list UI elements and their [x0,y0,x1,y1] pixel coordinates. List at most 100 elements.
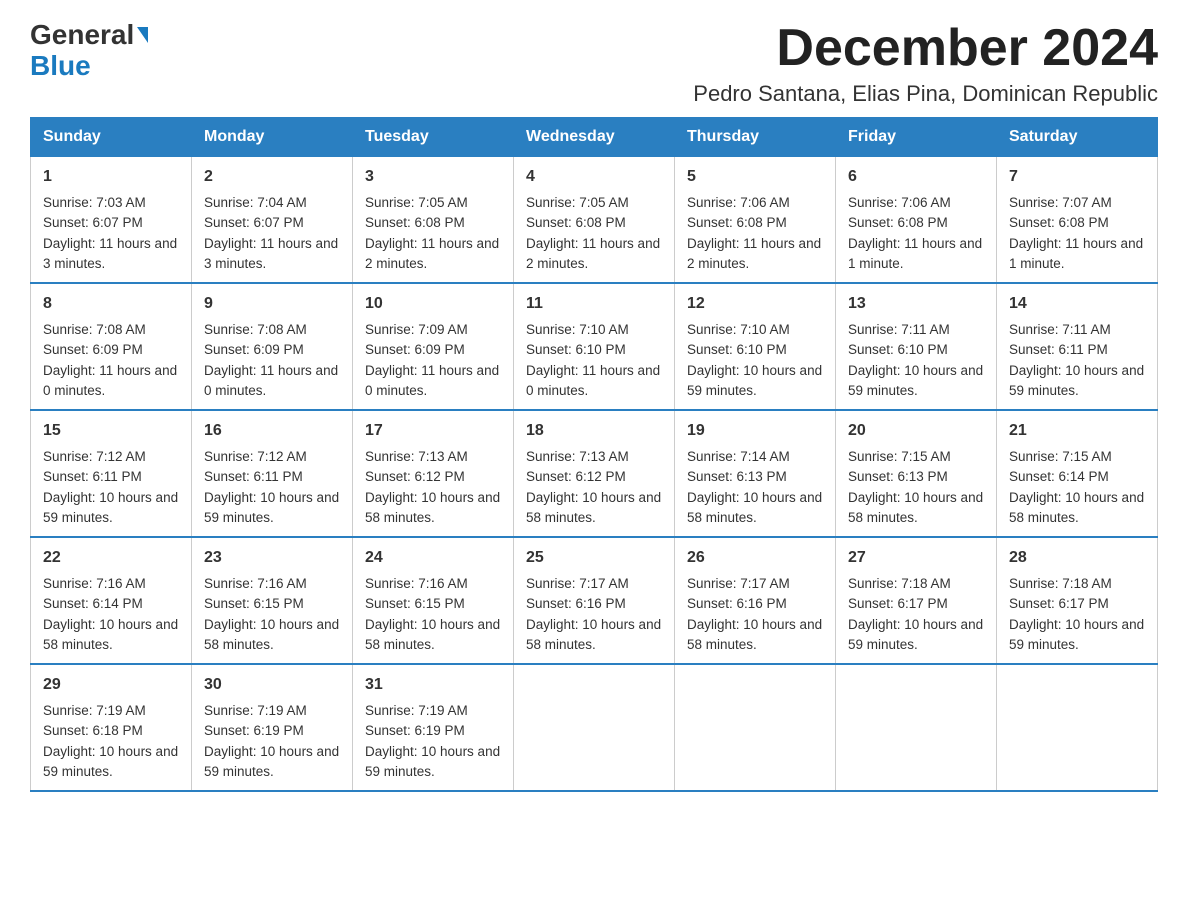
daylight-label: Daylight: 11 hours and 1 minute. [1009,236,1143,271]
sunrise-label: Sunrise: 7:09 AM [365,322,468,337]
table-row: 20 Sunrise: 7:15 AM Sunset: 6:13 PM Dayl… [836,410,997,537]
daylight-label: Daylight: 10 hours and 58 minutes. [687,617,822,652]
sunrise-label: Sunrise: 7:19 AM [43,703,146,718]
table-row: 30 Sunrise: 7:19 AM Sunset: 6:19 PM Dayl… [192,664,353,791]
day-number: 20 [848,419,984,443]
day-number: 7 [1009,165,1145,189]
sunrise-label: Sunrise: 7:14 AM [687,449,790,464]
sunset-label: Sunset: 6:08 PM [526,215,626,230]
sunset-label: Sunset: 6:07 PM [204,215,304,230]
sunset-label: Sunset: 6:09 PM [204,342,304,357]
sunrise-label: Sunrise: 7:16 AM [43,576,146,591]
daylight-label: Daylight: 11 hours and 0 minutes. [43,363,177,398]
table-row [836,664,997,791]
daylight-label: Daylight: 10 hours and 59 minutes. [1009,363,1144,398]
daylight-label: Daylight: 10 hours and 59 minutes. [204,490,339,525]
daylight-label: Daylight: 10 hours and 59 minutes. [43,744,178,779]
day-number: 17 [365,419,501,443]
sunset-label: Sunset: 6:11 PM [1009,342,1108,357]
table-row: 15 Sunrise: 7:12 AM Sunset: 6:11 PM Dayl… [31,410,192,537]
sunset-label: Sunset: 6:08 PM [848,215,948,230]
sunset-label: Sunset: 6:15 PM [204,596,304,611]
day-number: 24 [365,546,501,570]
day-number: 23 [204,546,340,570]
table-row: 16 Sunrise: 7:12 AM Sunset: 6:11 PM Dayl… [192,410,353,537]
sunrise-label: Sunrise: 7:18 AM [1009,576,1112,591]
sunset-label: Sunset: 6:08 PM [687,215,787,230]
page-header: General Blue December 2024 Pedro Santana… [30,20,1158,107]
day-number: 27 [848,546,984,570]
table-row: 3 Sunrise: 7:05 AM Sunset: 6:08 PM Dayli… [353,157,514,284]
daylight-label: Daylight: 10 hours and 59 minutes. [687,363,822,398]
sunset-label: Sunset: 6:19 PM [365,723,465,738]
daylight-label: Daylight: 10 hours and 58 minutes. [1009,490,1144,525]
sunrise-label: Sunrise: 7:10 AM [687,322,790,337]
sunset-label: Sunset: 6:17 PM [1009,596,1109,611]
day-number: 8 [43,292,179,316]
daylight-label: Daylight: 10 hours and 59 minutes. [848,363,983,398]
sunset-label: Sunset: 6:17 PM [848,596,948,611]
sunset-label: Sunset: 6:14 PM [43,596,143,611]
sunset-label: Sunset: 6:13 PM [848,469,948,484]
table-row: 9 Sunrise: 7:08 AM Sunset: 6:09 PM Dayli… [192,283,353,410]
day-number: 31 [365,673,501,697]
sunset-label: Sunset: 6:19 PM [204,723,304,738]
table-row: 26 Sunrise: 7:17 AM Sunset: 6:16 PM Dayl… [675,537,836,664]
table-row: 8 Sunrise: 7:08 AM Sunset: 6:09 PM Dayli… [31,283,192,410]
col-monday: Monday [192,118,353,157]
table-row: 17 Sunrise: 7:13 AM Sunset: 6:12 PM Dayl… [353,410,514,537]
sunset-label: Sunset: 6:10 PM [687,342,787,357]
daylight-label: Daylight: 11 hours and 2 minutes. [526,236,660,271]
table-row: 13 Sunrise: 7:11 AM Sunset: 6:10 PM Dayl… [836,283,997,410]
sunrise-label: Sunrise: 7:07 AM [1009,195,1112,210]
sunset-label: Sunset: 6:12 PM [365,469,465,484]
sunrise-label: Sunrise: 7:17 AM [526,576,629,591]
table-row: 14 Sunrise: 7:11 AM Sunset: 6:11 PM Dayl… [997,283,1158,410]
sunrise-label: Sunrise: 7:13 AM [365,449,468,464]
table-row [997,664,1158,791]
sunset-label: Sunset: 6:07 PM [43,215,143,230]
daylight-label: Daylight: 10 hours and 58 minutes. [204,617,339,652]
sunset-label: Sunset: 6:11 PM [204,469,303,484]
table-row: 18 Sunrise: 7:13 AM Sunset: 6:12 PM Dayl… [514,410,675,537]
sunrise-label: Sunrise: 7:19 AM [365,703,468,718]
table-row: 24 Sunrise: 7:16 AM Sunset: 6:15 PM Dayl… [353,537,514,664]
daylight-label: Daylight: 10 hours and 59 minutes. [365,744,500,779]
day-number: 11 [526,292,662,316]
table-row: 7 Sunrise: 7:07 AM Sunset: 6:08 PM Dayli… [997,157,1158,284]
table-row: 19 Sunrise: 7:14 AM Sunset: 6:13 PM Dayl… [675,410,836,537]
daylight-label: Daylight: 10 hours and 59 minutes. [848,617,983,652]
sunset-label: Sunset: 6:09 PM [43,342,143,357]
sunset-label: Sunset: 6:13 PM [687,469,787,484]
sunset-label: Sunset: 6:15 PM [365,596,465,611]
table-row: 1 Sunrise: 7:03 AM Sunset: 6:07 PM Dayli… [31,157,192,284]
sunrise-label: Sunrise: 7:06 AM [687,195,790,210]
table-row: 10 Sunrise: 7:09 AM Sunset: 6:09 PM Dayl… [353,283,514,410]
sunset-label: Sunset: 6:16 PM [687,596,787,611]
sunset-label: Sunset: 6:08 PM [365,215,465,230]
daylight-label: Daylight: 11 hours and 1 minute. [848,236,982,271]
col-saturday: Saturday [997,118,1158,157]
day-number: 10 [365,292,501,316]
daylight-label: Daylight: 11 hours and 3 minutes. [204,236,338,271]
daylight-label: Daylight: 10 hours and 59 minutes. [204,744,339,779]
table-row: 31 Sunrise: 7:19 AM Sunset: 6:19 PM Dayl… [353,664,514,791]
table-row: 2 Sunrise: 7:04 AM Sunset: 6:07 PM Dayli… [192,157,353,284]
day-number: 1 [43,165,179,189]
col-friday: Friday [836,118,997,157]
day-number: 26 [687,546,823,570]
sunrise-label: Sunrise: 7:16 AM [204,576,307,591]
sunrise-label: Sunrise: 7:15 AM [1009,449,1112,464]
calendar-week-row: 1 Sunrise: 7:03 AM Sunset: 6:07 PM Dayli… [31,157,1158,284]
page-subtitle: Pedro Santana, Elias Pina, Dominican Rep… [693,81,1158,107]
logo-triangle-icon [137,27,148,43]
calendar-table: Sunday Monday Tuesday Wednesday Thursday… [30,117,1158,792]
day-number: 29 [43,673,179,697]
sunrise-label: Sunrise: 7:16 AM [365,576,468,591]
day-number: 30 [204,673,340,697]
daylight-label: Daylight: 10 hours and 59 minutes. [1009,617,1144,652]
sunrise-label: Sunrise: 7:18 AM [848,576,951,591]
table-row [514,664,675,791]
daylight-label: Daylight: 11 hours and 0 minutes. [204,363,338,398]
day-number: 3 [365,165,501,189]
